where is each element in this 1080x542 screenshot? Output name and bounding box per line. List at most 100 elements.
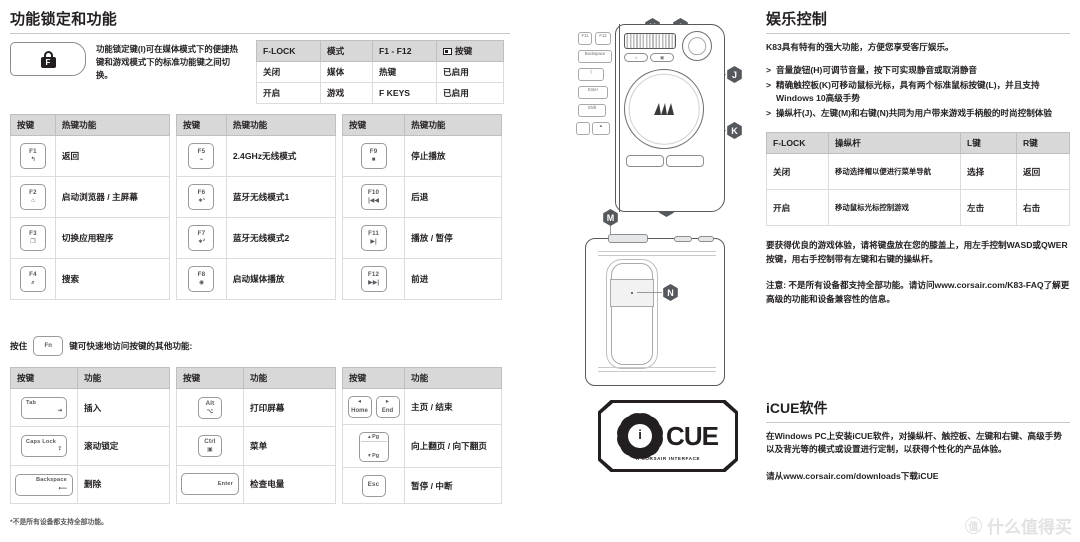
function-cell: 切换应用程序 xyxy=(54,217,171,259)
f-lock-keycap: F xyxy=(10,42,86,76)
cell: 开启 xyxy=(766,189,829,226)
hotkey-tables-group: 按键 热键功能 F1 ↰ 返回 F2 ⌂ 启动浏览器 / 主屏幕 F3 ❐ 切换应用程序 F… xyxy=(10,114,510,300)
function-cell: 主页 / 结束 xyxy=(404,388,502,425)
table-row: Alt ⌥ 打印屏幕 xyxy=(176,387,336,428)
table-row: Backspace ⟵ 删除 xyxy=(10,464,170,505)
hotkey-table-3: 按键 热键功能 F9 ■ 停止播放 F10 |◀◀ 后退 F11 ▶| 播放 / 暂停 F1… xyxy=(341,114,502,300)
key-cell: F8 ◉ xyxy=(176,258,227,300)
bullet-marker: > xyxy=(766,80,772,90)
function-cell: 滚动锁定 xyxy=(77,426,170,466)
cell: 已启用 xyxy=(436,82,504,104)
right-button-pad xyxy=(610,279,654,307)
minikey-enter: Enter xyxy=(578,86,608,99)
key-cell: F4 ⌕ xyxy=(10,258,56,300)
minikey-ctrl xyxy=(576,122,590,135)
watermark-mark-icon: 值 xyxy=(965,517,982,534)
fn-table-3: 按键 功能 ◂ Home ▸ End 主页 / 结束 ▴ Pg ▾ Pg 向上翻… xyxy=(342,367,502,504)
function-cell: 插入 xyxy=(77,387,170,428)
table-row: 开启 移动鼠标光标控制游戏 左击 右击 xyxy=(766,189,1070,226)
col-joystick: 操纵杆 xyxy=(828,132,961,154)
key-cell: Tab ⇥ xyxy=(10,387,78,428)
lock-f-icon: F xyxy=(40,50,56,68)
key-cell: Caps Lock ⇪ xyxy=(10,426,78,466)
keycap-pair-home-end: ◂ Home ▸ End xyxy=(347,395,400,418)
keycap-f8: F8 ◉ xyxy=(188,266,215,292)
table-header-row: F-LOCK 模式 F1 - F12 按键 xyxy=(256,40,504,62)
site-watermark: 值 什么值得买 xyxy=(965,513,1072,538)
list-item: > 精确触控板(K)可移动鼠标光标，具有两个标准鼠标按键(L)，并且支持Wind… xyxy=(766,79,1070,105)
cell: 返回 xyxy=(1016,153,1070,190)
mouse-left-button xyxy=(626,155,664,167)
cell: 移动鼠标光标控制游戏 xyxy=(828,189,961,226)
touchpad xyxy=(624,69,704,149)
entertainment-intro: K83具有特有的强大功能，方便您享受客厅娱乐。 xyxy=(766,42,954,52)
col-function: 功能 xyxy=(77,367,170,389)
function-cell: 菜单 xyxy=(243,426,336,466)
callout-J: J xyxy=(727,66,742,83)
keycap-caps-lock: Caps Lock ⇪ xyxy=(21,435,67,458)
cell: 开启 xyxy=(256,82,321,104)
keyboard-edge: F11 F12 Backspace | Enter Shift ▲ xyxy=(576,24,620,212)
hotkey-table-1: 按键 热键功能 F1 ↰ 返回 F2 ⌂ 启动浏览器 / 主屏幕 F3 ❐ 切换应用程序 F… xyxy=(10,114,171,300)
key-cell: Alt ⌥ xyxy=(176,387,244,428)
cell: F KEYS xyxy=(372,82,437,104)
cell: 热键 xyxy=(372,61,437,83)
key-cell: F11 ▶| xyxy=(341,217,406,259)
device-top-view: ☼ ▣ F11 F12 Backspace | Enter Shift ▲ xyxy=(576,24,725,219)
bullet-marker: > xyxy=(766,65,772,75)
function-cell: 后退 xyxy=(404,176,502,218)
mouse-right-button xyxy=(666,155,704,167)
table-row: 关闭 媒体 热键 已启用 xyxy=(256,61,504,83)
edge-line-bottom-a xyxy=(598,367,716,368)
table-header-row: 按键 热键功能 xyxy=(341,114,502,136)
table-row: F7 ∗² 蓝牙无线模式2 xyxy=(176,217,337,259)
keycap-f4: F4 ⌕ xyxy=(19,266,46,292)
icue-logo-inner: i CUE A CORSAIR INTERFACE xyxy=(601,403,735,469)
edge-line-top-a xyxy=(598,251,716,252)
table-row: ▴ Pg ▾ Pg 向上翻页 / 向下翻页 xyxy=(342,424,502,468)
col-r-key: R键 xyxy=(1016,132,1070,154)
col-key: 按键 xyxy=(342,367,405,389)
cell: 右击 xyxy=(1016,189,1070,226)
table-row: F9 ■ 停止播放 xyxy=(341,135,502,177)
minikey-backspace: Backspace xyxy=(578,50,612,63)
table-header-row: 按键 功能 xyxy=(10,367,170,389)
fn-text-before: 按住 xyxy=(10,341,28,351)
key-cell: F10 |◀◀ xyxy=(341,176,406,218)
key-cell: F7 ∗² xyxy=(176,217,227,259)
col-keys-label: 按键 xyxy=(455,46,473,56)
joystick-mode-table: F-LOCK 操纵杆 L键 R键 关闭 移动选择帽以便进行菜单导航 选择 返回 … xyxy=(766,132,1070,226)
table-row: 关闭 移动选择帽以便进行菜单导航 选择 返回 xyxy=(766,153,1070,190)
function-cell: 停止播放 xyxy=(404,135,502,177)
col-function: 功能 xyxy=(404,367,502,389)
entertainment-divider xyxy=(766,33,1070,34)
minikey-backslash: | xyxy=(578,68,604,81)
icue-body: 在Windows PC上安装iCUE软件，对操纵杆、触控板、左键和右键、高级手势… xyxy=(766,431,1062,454)
keycap-f6: F6 ∗¹ xyxy=(188,184,215,210)
function-cell: 向上翻页 / 向下翻页 xyxy=(404,424,502,468)
cell: 左击 xyxy=(960,189,1017,226)
key-cell: ◂ Home ▸ End xyxy=(342,388,405,425)
key-cell: F12 ▶▶| xyxy=(341,258,406,300)
icue-logo-subtitle: A CORSAIR INTERFACE xyxy=(635,456,701,461)
table-row: F4 ⌕ 搜索 xyxy=(10,258,171,300)
table-row: F11 ▶| 播放 / 暂停 xyxy=(341,217,502,259)
function-cell: 搜索 xyxy=(54,258,171,300)
port-1 xyxy=(674,236,692,242)
fn-text-after: 键可快速地访问按键的其他功能: xyxy=(69,341,193,351)
key-cell: F9 ■ xyxy=(341,135,406,177)
cell: 选择 xyxy=(960,153,1017,190)
icue-logo: i CUE A CORSAIR INTERFACE xyxy=(598,400,738,472)
keycap-end: ▸ End xyxy=(375,395,400,418)
table-row: Tab ⇥ 插入 xyxy=(10,387,170,428)
edge-line-bottom-b xyxy=(598,371,716,372)
function-cell: 播放 / 暂停 xyxy=(404,217,502,259)
table-header-row: 按键 功能 xyxy=(342,367,502,389)
fn-table-2: 按键 功能 Alt ⌥ 打印屏幕 Ctrl ▣ 菜单 Enter 检查电量 xyxy=(176,367,336,505)
cell: 已启用 xyxy=(436,61,504,83)
keycap-f10: F10 |◀◀ xyxy=(360,184,387,210)
table-header-row: F-LOCK 操纵杆 L键 R键 xyxy=(766,132,1070,154)
cell: 关闭 xyxy=(766,153,829,190)
table-row: F5 ⌁ 2.4GHz无线模式 xyxy=(176,135,337,177)
keycap-esc: Esc xyxy=(361,474,386,497)
